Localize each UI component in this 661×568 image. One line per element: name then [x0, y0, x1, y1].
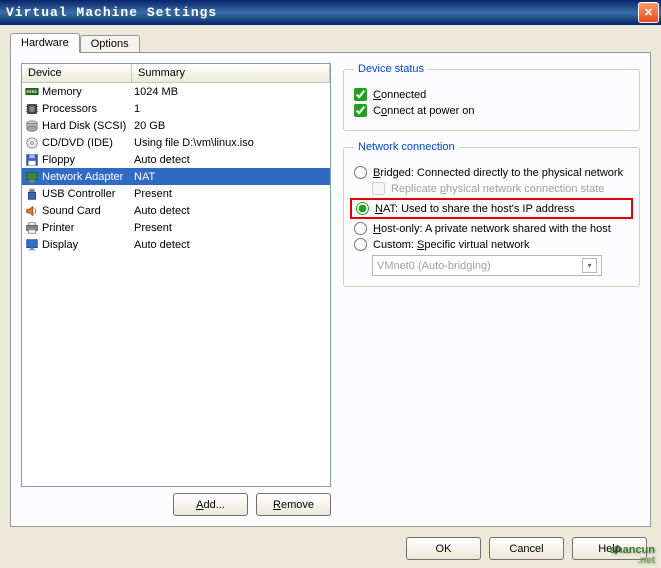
- hostonly-radio[interactable]: [354, 222, 367, 235]
- replicate-label: Replicate physical network connection st…: [391, 183, 604, 195]
- custom-radio[interactable]: [354, 238, 367, 251]
- dialog-buttons: OK Cancel Help: [10, 527, 651, 560]
- replicate-checkbox: [372, 182, 385, 195]
- device-row[interactable]: PrinterPresent: [22, 219, 330, 236]
- bridged-label[interactable]: Bridged: Connected directly to the physi…: [373, 167, 623, 179]
- add-button[interactable]: Add...: [173, 493, 248, 516]
- connect-poweron-label[interactable]: Connect at power on: [373, 105, 475, 117]
- device-row[interactable]: FloppyAuto detect: [22, 151, 330, 168]
- help-button[interactable]: Help: [572, 537, 647, 560]
- chevron-down-icon: ▾: [582, 258, 597, 273]
- tab-bar: Hardware Options: [10, 33, 651, 53]
- device-name: Memory: [42, 86, 134, 98]
- close-button[interactable]: ✕: [638, 2, 659, 23]
- device-summary: NAT: [134, 171, 328, 183]
- tab-panel: Device Summary Memory1024 MBProcessors1H…: [10, 52, 651, 527]
- device-status-legend: Device status: [354, 63, 428, 75]
- device-row[interactable]: Hard Disk (SCSI)20 GB: [22, 117, 330, 134]
- device-name: CD/DVD (IDE): [42, 137, 134, 149]
- device-name: Network Adapter: [42, 171, 134, 183]
- device-list[interactable]: Device Summary Memory1024 MBProcessors1H…: [21, 63, 331, 487]
- connect-poweron-checkbox[interactable]: [354, 104, 367, 117]
- printer-icon: [24, 220, 40, 236]
- usb-icon: [24, 186, 40, 202]
- device-summary: Auto detect: [134, 205, 328, 217]
- device-row[interactable]: Network AdapterNAT: [22, 168, 330, 185]
- col-summary-header[interactable]: Summary: [132, 64, 330, 82]
- nat-highlight: NAT: Used to share the host's IP address: [350, 198, 633, 219]
- bridged-radio[interactable]: [354, 166, 367, 179]
- list-header: Device Summary: [22, 64, 330, 83]
- custom-label[interactable]: Custom: Specific virtual network: [373, 239, 530, 251]
- cd-icon: [24, 135, 40, 151]
- device-row[interactable]: Memory1024 MB: [22, 83, 330, 100]
- connected-checkbox[interactable]: [354, 88, 367, 101]
- device-summary: 20 GB: [134, 120, 328, 132]
- device-summary: Using file D:\vm\linux.iso: [134, 137, 328, 149]
- floppy-icon: [24, 152, 40, 168]
- device-row[interactable]: Sound CardAuto detect: [22, 202, 330, 219]
- device-status-group: Device status Connected Connect at power…: [343, 63, 640, 131]
- device-name: Processors: [42, 103, 134, 115]
- window-title: Virtual Machine Settings: [6, 5, 638, 20]
- device-column: Device Summary Memory1024 MBProcessors1H…: [21, 63, 331, 516]
- col-device-header[interactable]: Device: [22, 64, 132, 82]
- device-buttons: Add... Remove: [21, 493, 331, 516]
- device-name: Printer: [42, 222, 134, 234]
- device-row[interactable]: DisplayAuto detect: [22, 236, 330, 253]
- hdd-icon: [24, 118, 40, 134]
- ok-button[interactable]: OK: [406, 537, 481, 560]
- remove-button[interactable]: Remove: [256, 493, 331, 516]
- nic-icon: [24, 169, 40, 185]
- connected-label[interactable]: Connected: [373, 89, 426, 101]
- device-name: Sound Card: [42, 205, 134, 217]
- settings-column: Device status Connected Connect at power…: [343, 63, 640, 516]
- device-row[interactable]: CD/DVD (IDE)Using file D:\vm\linux.iso: [22, 134, 330, 151]
- nat-radio[interactable]: [356, 202, 369, 215]
- tab-hardware[interactable]: Hardware: [10, 33, 80, 53]
- device-summary: Auto detect: [134, 239, 328, 251]
- device-name: USB Controller: [42, 188, 134, 200]
- hostonly-label[interactable]: Host-only: A private network shared with…: [373, 223, 611, 235]
- device-summary: 1024 MB: [134, 86, 328, 98]
- device-summary: Present: [134, 222, 328, 234]
- dialog-content: Hardware Options Device Summary Memory10…: [0, 25, 661, 568]
- memory-icon: [24, 84, 40, 100]
- network-connection-group: Network connection Bridged: Connected di…: [343, 141, 640, 287]
- sound-icon: [24, 203, 40, 219]
- device-summary: Auto detect: [134, 154, 328, 166]
- network-legend: Network connection: [354, 141, 459, 153]
- close-icon: ✕: [644, 6, 653, 19]
- custom-network-select: VMnet0 (Auto-bridging) ▾: [372, 255, 602, 276]
- nat-label[interactable]: NAT: Used to share the host's IP address: [375, 203, 575, 215]
- list-body: Memory1024 MBProcessors1Hard Disk (SCSI)…: [22, 83, 330, 253]
- tab-options[interactable]: Options: [80, 35, 140, 53]
- device-row[interactable]: USB ControllerPresent: [22, 185, 330, 202]
- device-name: Display: [42, 239, 134, 251]
- titlebar: Virtual Machine Settings ✕: [0, 0, 661, 25]
- device-summary: 1: [134, 103, 328, 115]
- device-row[interactable]: Processors1: [22, 100, 330, 117]
- device-summary: Present: [134, 188, 328, 200]
- custom-network-value: VMnet0 (Auto-bridging): [377, 260, 491, 272]
- cpu-icon: [24, 101, 40, 117]
- display-icon: [24, 237, 40, 253]
- cancel-button[interactable]: Cancel: [489, 537, 564, 560]
- device-name: Hard Disk (SCSI): [42, 120, 134, 132]
- device-name: Floppy: [42, 154, 134, 166]
